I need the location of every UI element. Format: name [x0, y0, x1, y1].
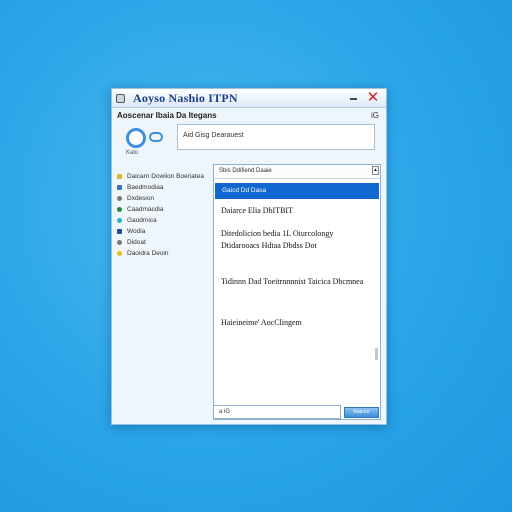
- folder-icon: [117, 174, 122, 179]
- logo: Kalo: [124, 126, 164, 156]
- sidebar-item[interactable]: Caadmacdia: [117, 204, 212, 215]
- menu-right-item[interactable]: iG: [371, 111, 379, 120]
- app-window: Aoyso Nashio ITPN ✕ Aoscenar Ibaia Da It…: [111, 88, 387, 425]
- logo-link-icon: [149, 132, 163, 142]
- panel-header: Sbis Ddifiend Daaie: [214, 165, 380, 179]
- sidebar-item[interactable]: Dxdesion: [117, 193, 212, 204]
- logo-caption: Kalo: [126, 150, 139, 156]
- sidebar-item[interactable]: Daicarn Dowlion Boeriatea: [117, 171, 212, 182]
- sidebar-item-label: Gaodmica: [127, 217, 157, 224]
- monitor-icon: [117, 229, 122, 234]
- go-button[interactable]: Ioacce: [344, 407, 379, 418]
- sidebar-item[interactable]: Didoat: [117, 237, 212, 248]
- sidebar-item-label: Dxdesion: [127, 195, 155, 202]
- app-icon: [116, 93, 125, 103]
- sidebar-item-label: Daicarn Dowlion Boeriatea: [127, 173, 204, 180]
- content-paragraph: Haieineime' AocClingem: [221, 318, 302, 327]
- lightbulb-icon: [117, 251, 122, 256]
- settings-icon: [117, 240, 122, 245]
- globe-icon: [117, 218, 122, 223]
- sidebar-item-label: Didoat: [127, 239, 146, 246]
- sidebar-item-label: Baedmodiaa: [127, 184, 164, 191]
- menu-bar[interactable]: Aoscenar Ibaia Da Itegans: [117, 111, 217, 123]
- logo-ring-icon: [126, 128, 146, 148]
- content-panel: Sbis Ddifiend Daaie ▴ Gaicd Dd Dasa Daia…: [213, 164, 381, 420]
- gear-icon: [117, 196, 122, 201]
- sidebar-item[interactable]: Gaodmica: [117, 215, 212, 226]
- document-icon: [117, 185, 122, 190]
- minimize-icon: [349, 98, 357, 100]
- sidebar-item-label: Wodia: [127, 228, 146, 235]
- content-paragraph: Ditedolicion bedia 1L Oiurcolongy Dtidar…: [221, 229, 334, 250]
- sidebar-item-label: Caadmacdia: [127, 206, 164, 213]
- window-title: Aoyso Nashio ITPN: [133, 90, 238, 105]
- sidebar-item[interactable]: Baedmodiaa: [117, 182, 212, 193]
- scrollbar-thumb[interactable]: [375, 348, 378, 360]
- address-input[interactable]: Aid Gisg Dearauest: [177, 124, 375, 150]
- selected-list-item[interactable]: Gaicd Dd Dasa: [215, 183, 379, 199]
- close-icon: ✕: [366, 89, 380, 106]
- search-input[interactable]: a iG: [213, 405, 341, 419]
- content-paragraph: Tidinnn Dad Toeitrnnnnist Taicica Dbcmne…: [221, 277, 364, 286]
- minimize-button[interactable]: [346, 91, 360, 105]
- sidebar-item-label: Daoidra Deoin: [127, 250, 169, 257]
- sidebar-nav: Daicarn Dowlion Boeriatea Baedmodiaa Dxd…: [117, 171, 212, 259]
- sidebar-item[interactable]: Wodia: [117, 226, 212, 237]
- content-paragraph: Daiarce Elia DbITBIT: [221, 206, 293, 215]
- title-bar[interactable]: Aoyso Nashio ITPN ✕: [112, 89, 386, 108]
- close-button[interactable]: ✕: [366, 89, 380, 106]
- leaf-icon: [117, 207, 122, 212]
- scroll-up-button[interactable]: ▴: [372, 166, 379, 175]
- sidebar-item[interactable]: Daoidra Deoin: [117, 248, 212, 259]
